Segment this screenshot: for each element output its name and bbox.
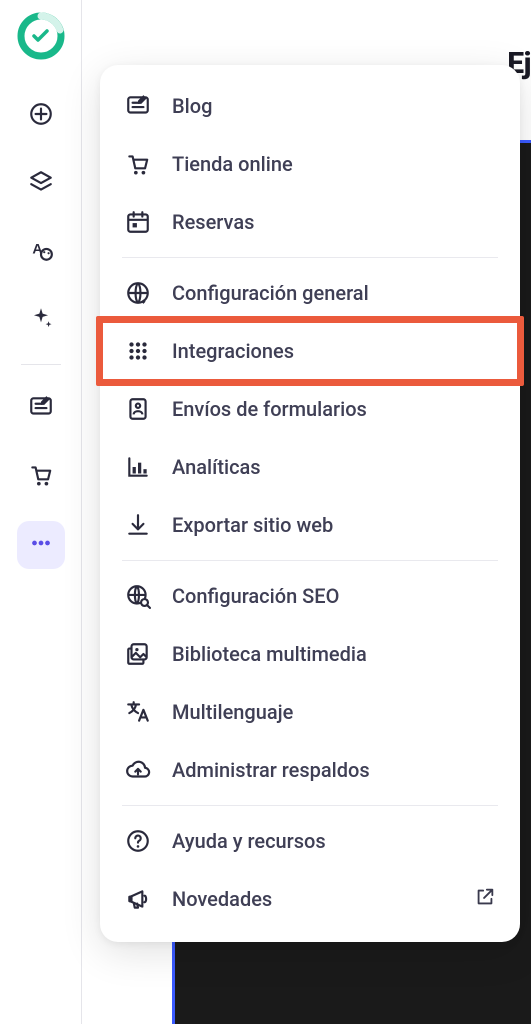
menu-item-media-library[interactable]: Biblioteca multimedia bbox=[100, 625, 520, 683]
rail-add[interactable] bbox=[17, 92, 65, 140]
globe-gear-icon bbox=[124, 279, 152, 307]
menu-item-label: Biblioteca multimedia bbox=[172, 642, 367, 666]
blog-icon bbox=[124, 92, 152, 120]
menu-item-analytics[interactable]: Analíticas bbox=[100, 438, 520, 496]
menu-divider bbox=[122, 257, 498, 258]
rail-layers[interactable] bbox=[17, 160, 65, 208]
menu-item-export-site[interactable]: Exportar sitio web bbox=[100, 496, 520, 554]
chart-icon bbox=[124, 453, 152, 481]
help-icon bbox=[124, 827, 152, 855]
cart-icon bbox=[124, 150, 152, 178]
menu-item-label: Envíos de formularios bbox=[172, 397, 367, 421]
media-icon bbox=[124, 640, 152, 668]
external-link-icon bbox=[474, 886, 496, 912]
menu-item-store[interactable]: Tienda online bbox=[100, 135, 520, 193]
grid-dots-icon bbox=[124, 337, 152, 365]
menu-item-label: Configuración SEO bbox=[172, 584, 339, 608]
menu-item-label: Tienda online bbox=[172, 152, 293, 176]
menu-divider bbox=[122, 560, 498, 561]
seo-globe-icon bbox=[124, 582, 152, 610]
rail-more[interactable] bbox=[17, 521, 65, 569]
menu-item-label: Analíticas bbox=[172, 455, 261, 479]
menu-item-label: Blog bbox=[172, 94, 212, 118]
rail-ai[interactable] bbox=[17, 296, 65, 344]
rail-blog[interactable] bbox=[17, 385, 65, 433]
menu-item-label: Novedades bbox=[172, 887, 272, 911]
menu-divider bbox=[122, 805, 498, 806]
menu-item-label: Multilenguaje bbox=[172, 700, 293, 724]
blog-icon bbox=[28, 394, 54, 424]
megaphone-icon bbox=[124, 885, 152, 913]
menu-item-label: Exportar sitio web bbox=[172, 513, 333, 537]
left-rail bbox=[0, 0, 82, 1024]
menu-item-seo-settings[interactable]: Configuración SEO bbox=[100, 567, 520, 625]
menu-item-multilanguage[interactable]: Multilenguaje bbox=[100, 683, 520, 741]
menu-item-integrations[interactable]: Integraciones bbox=[100, 322, 520, 380]
plus-circle-icon bbox=[28, 101, 54, 131]
menu-item-general-settings[interactable]: Configuración general bbox=[100, 264, 520, 322]
rail-store[interactable] bbox=[17, 453, 65, 501]
dots-icon bbox=[28, 530, 54, 560]
more-menu-panel: Blog Tienda online Reservas Configuració… bbox=[100, 65, 520, 942]
rail-divider bbox=[21, 364, 61, 365]
form-icon bbox=[124, 395, 152, 423]
menu-item-manage-backups[interactable]: Administrar respaldos bbox=[100, 741, 520, 799]
menu-item-label: Integraciones bbox=[172, 339, 294, 363]
calendar-icon bbox=[124, 208, 152, 236]
layers-icon bbox=[28, 169, 54, 199]
cloud-sync-icon bbox=[124, 756, 152, 784]
menu-item-label: Ayuda y recursos bbox=[172, 829, 326, 853]
download-icon bbox=[124, 511, 152, 539]
menu-item-label: Administrar respaldos bbox=[172, 758, 370, 782]
menu-item-bookings[interactable]: Reservas bbox=[100, 193, 520, 251]
menu-item-label: Reservas bbox=[172, 210, 254, 234]
menu-item-blog[interactable]: Blog bbox=[100, 77, 520, 135]
text-palette-icon bbox=[28, 237, 54, 267]
app-logo[interactable] bbox=[17, 12, 65, 60]
menu-item-help-resources[interactable]: Ayuda y recursos bbox=[100, 812, 520, 870]
menu-item-form-submissions[interactable]: Envíos de formularios bbox=[100, 380, 520, 438]
rail-styles[interactable] bbox=[17, 228, 65, 276]
menu-item-label: Configuración general bbox=[172, 281, 369, 305]
cart-icon bbox=[28, 462, 54, 492]
menu-item-whats-new[interactable]: Novedades bbox=[100, 870, 520, 928]
sparkles-icon bbox=[28, 305, 54, 335]
translate-icon bbox=[124, 698, 152, 726]
